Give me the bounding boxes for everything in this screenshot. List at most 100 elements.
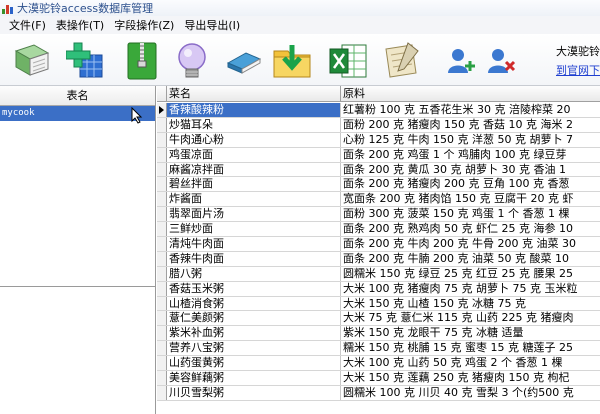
row-indicator[interactable] xyxy=(157,117,167,132)
row-indicator[interactable] xyxy=(157,177,167,192)
table-row[interactable]: 三鲜炒面 面条 200 克 熟鸡肉 50 克 虾仁 25 克 海参 10 xyxy=(157,222,600,238)
row-indicator[interactable] xyxy=(157,371,167,385)
cell-ingredients[interactable]: 大米 150 克 山楂 150 克 冰糖 75 克 xyxy=(341,297,600,311)
cell-dish[interactable]: 川贝雪梨粥 xyxy=(167,385,341,400)
cell-dish[interactable]: 紫米补血粥 xyxy=(167,326,341,341)
cell-ingredients[interactable]: 面条 200 克 黄瓜 30 克 胡萝卜 30 克 香油 1 xyxy=(341,163,600,177)
table-row[interactable]: 香辣牛肉面 面条 200 克 牛腩 200 克 油菜 50 克 酸菜 10 xyxy=(157,251,600,267)
add-table-icon[interactable] xyxy=(66,41,106,81)
table-row[interactable]: 山楂消食粥 大米 150 克 山楂 150 克 冰糖 75 克 xyxy=(157,296,600,312)
cell-dish[interactable]: 翡翠面片汤 xyxy=(167,207,341,222)
table-row[interactable]: 香菇玉米粥 大米 100 克 猪瘦肉 75 克 胡萝卜 75 克 玉米粒 xyxy=(157,281,600,297)
table-row[interactable]: 紫米补血粥 紫米 150 克 龙眼干 75 克 冰糖 适量 xyxy=(157,326,600,342)
lightbulb-icon[interactable] xyxy=(172,41,212,81)
cell-dish[interactable]: 营养八宝粥 xyxy=(167,341,341,356)
import-folder-icon[interactable] xyxy=(272,41,312,81)
menu-field-ops[interactable]: 字段操作(Z) xyxy=(109,17,179,33)
cell-dish[interactable]: 腊八粥 xyxy=(167,266,341,281)
cell-ingredients[interactable]: 宽面条 200 克 猪肉馅 150 克 豆腐干 20 克 虾 xyxy=(341,192,600,206)
cell-dish[interactable]: 清炖牛肉面 xyxy=(167,237,341,251)
row-indicator[interactable] xyxy=(157,385,167,400)
excel-export-icon[interactable] xyxy=(328,41,368,81)
row-indicator[interactable] xyxy=(157,192,167,207)
grid-corner[interactable] xyxy=(157,86,167,102)
table-row[interactable]: 川贝雪梨粥 圆糯米 100 克 川贝 40 克 雪梨 3 个(约500 克 xyxy=(157,385,600,401)
edit-note-icon[interactable] xyxy=(382,41,422,81)
cell-dish[interactable]: 山楂消食粥 xyxy=(167,296,341,311)
cell-ingredients[interactable]: 心粉 125 克 牛肉 150 克 洋葱 50 克 胡萝卜 7 xyxy=(341,133,600,147)
cell-ingredients[interactable]: 大米 100 克 猪瘦肉 75 克 胡萝卜 75 克 玉米粒 xyxy=(341,282,600,296)
open-database-icon[interactable] xyxy=(12,41,52,81)
table-row[interactable]: 薏仁美颜粥 大米 75 克 薏仁米 115 克 山药 225 克 猪瘦肉 xyxy=(157,311,600,327)
table-row[interactable]: 麻酱凉拌面 面条 200 克 黄瓜 30 克 胡萝卜 30 克 香油 1 xyxy=(157,162,600,178)
table-row[interactable]: 鸡蛋凉面 面条 200 克 鸡蛋 1 个 鸡脯肉 100 克 绿豆芽 xyxy=(157,147,600,163)
cell-ingredients[interactable]: 大米 75 克 薏仁米 115 克 山药 225 克 猪瘦肉 xyxy=(341,311,600,325)
cell-ingredients[interactable]: 面条 200 克 牛肉 200 克 牛骨 200 克 油菜 30 xyxy=(341,237,600,251)
cell-ingredients[interactable]: 紫米 150 克 龙眼干 75 克 冰糖 适量 xyxy=(341,326,600,340)
cell-dish[interactable]: 鸡蛋凉面 xyxy=(167,147,341,162)
window-title: 大漠驼铃access数据库管理 xyxy=(17,2,154,15)
table-row[interactable]: 碧丝拌面 面条 200 克 猪瘦肉 200 克 豆角 100 克 香葱 xyxy=(157,177,600,193)
row-indicator[interactable] xyxy=(157,237,167,251)
row-indicator[interactable] xyxy=(157,103,167,117)
cell-dish[interactable]: 炒猫耳朵 xyxy=(167,117,341,132)
table-row[interactable]: 美容鲜藕粥 大米 150 克 莲藕 250 克 猪瘦肉 150 克 枸杞 xyxy=(157,371,600,386)
official-site-link[interactable]: 到官网下 xyxy=(556,62,600,78)
book-icon[interactable] xyxy=(224,41,264,81)
row-indicator[interactable] xyxy=(157,341,167,356)
table-row[interactable]: 香辣酸辣粉 红薯粉 100 克 五香花生米 30 克 涪陵榨菜 20 xyxy=(157,103,600,118)
table-row[interactable]: 翡翠面片汤 面粉 300 克 菠菜 150 克 鸡蛋 1 个 香葱 1 棵 xyxy=(157,207,600,223)
menu-table-ops[interactable]: 表操作(T) xyxy=(51,17,109,33)
table-row[interactable]: 炒猫耳朵 面粉 200 克 猪瘦肉 150 克 香菇 10 克 海米 2 xyxy=(157,117,600,133)
row-indicator[interactable] xyxy=(157,162,167,177)
add-user-icon[interactable] xyxy=(440,41,480,81)
cell-ingredients[interactable]: 圆糯米 150 克 绿豆 25 克 红豆 25 克 腰果 25 xyxy=(341,267,600,281)
row-indicator[interactable] xyxy=(157,251,167,266)
column-header-ingredients[interactable]: 原料 xyxy=(341,86,600,102)
cell-ingredients[interactable]: 糯米 150 克 桃脯 15 克 蜜枣 15 克 糖莲子 25 xyxy=(341,341,600,355)
row-indicator[interactable] xyxy=(157,207,167,222)
cell-dish[interactable]: 三鲜炒面 xyxy=(167,222,341,237)
cell-ingredients[interactable]: 大米 100 克 山药 50 克 鸡蛋 2 个 香葱 1 棵 xyxy=(341,356,600,370)
toolbar: 大漠驼铃 到官网下 xyxy=(0,34,600,86)
cell-ingredients[interactable]: 面条 200 克 猪瘦肉 200 克 豆角 100 克 香葱 xyxy=(341,177,600,191)
cell-dish[interactable]: 香辣酸辣粉 xyxy=(167,103,341,117)
cell-dish[interactable]: 薏仁美颜粥 xyxy=(167,311,341,326)
cell-dish[interactable]: 香菇玉米粥 xyxy=(167,281,341,296)
table-row[interactable]: 腊八粥 圆糯米 150 克 绿豆 25 克 红豆 25 克 腰果 25 xyxy=(157,266,600,282)
cell-ingredients[interactable]: 圆糯米 100 克 川贝 40 克 雪梨 3 个(约500 克 xyxy=(341,386,600,400)
menu-import-export[interactable]: 导出导出(I) xyxy=(179,17,245,33)
table-row[interactable]: 牛肉通心粉 心粉 125 克 牛肉 150 克 洋葱 50 克 胡萝卜 7 xyxy=(157,132,600,148)
cell-ingredients[interactable]: 面条 200 克 熟鸡肉 50 克 虾仁 25 克 海参 10 xyxy=(341,222,600,236)
row-indicator[interactable] xyxy=(157,311,167,326)
row-indicator[interactable] xyxy=(157,356,167,371)
table-row[interactable]: 炸酱面 宽面条 200 克 猪肉馅 150 克 豆腐干 20 克 虾 xyxy=(157,192,600,208)
cell-dish[interactable]: 牛肉通心粉 xyxy=(167,132,341,147)
cell-dish[interactable]: 山药蛋黄粥 xyxy=(167,356,341,371)
cell-ingredients[interactable]: 红薯粉 100 克 五香花生米 30 克 涪陵榨菜 20 xyxy=(341,103,600,117)
cell-dish[interactable]: 碧丝拌面 xyxy=(167,177,341,192)
table-row[interactable]: 山药蛋黄粥 大米 100 克 山药 50 克 鸡蛋 2 个 香葱 1 棵 xyxy=(157,356,600,372)
row-indicator[interactable] xyxy=(157,132,167,147)
zip-icon[interactable] xyxy=(122,41,162,81)
cell-ingredients[interactable]: 面条 200 克 牛腩 200 克 油菜 50 克 酸菜 10 xyxy=(341,252,600,266)
row-indicator[interactable] xyxy=(157,281,167,296)
table-row[interactable]: 清炖牛肉面 面条 200 克 牛肉 200 克 牛骨 200 克 油菜 30 xyxy=(157,237,600,252)
cell-dish[interactable]: 炸酱面 xyxy=(167,192,341,207)
cell-ingredients[interactable]: 面粉 200 克 猪瘦肉 150 克 香菇 10 克 海米 2 xyxy=(341,118,600,132)
cell-dish[interactable]: 麻酱凉拌面 xyxy=(167,162,341,177)
cell-dish[interactable]: 香辣牛肉面 xyxy=(167,251,341,266)
menu-file[interactable]: 文件(F) xyxy=(4,17,51,33)
row-indicator[interactable] xyxy=(157,266,167,281)
cell-ingredients[interactable]: 面粉 300 克 菠菜 150 克 鸡蛋 1 个 香葱 1 棵 xyxy=(341,207,600,221)
cell-dish[interactable]: 美容鲜藕粥 xyxy=(167,371,341,385)
row-indicator[interactable] xyxy=(157,296,167,311)
row-indicator[interactable] xyxy=(157,222,167,237)
column-header-dish[interactable]: 菜名 xyxy=(167,86,341,102)
remove-user-icon[interactable] xyxy=(480,41,520,81)
row-indicator[interactable] xyxy=(157,147,167,162)
row-indicator[interactable] xyxy=(157,326,167,341)
table-row[interactable]: 营养八宝粥 糯米 150 克 桃脯 15 克 蜜枣 15 克 糖莲子 25 xyxy=(157,341,600,357)
cell-ingredients[interactable]: 大米 150 克 莲藕 250 克 猪瘦肉 150 克 枸杞 xyxy=(341,371,600,385)
cell-ingredients[interactable]: 面条 200 克 鸡蛋 1 个 鸡脯肉 100 克 绿豆芽 xyxy=(341,148,600,162)
